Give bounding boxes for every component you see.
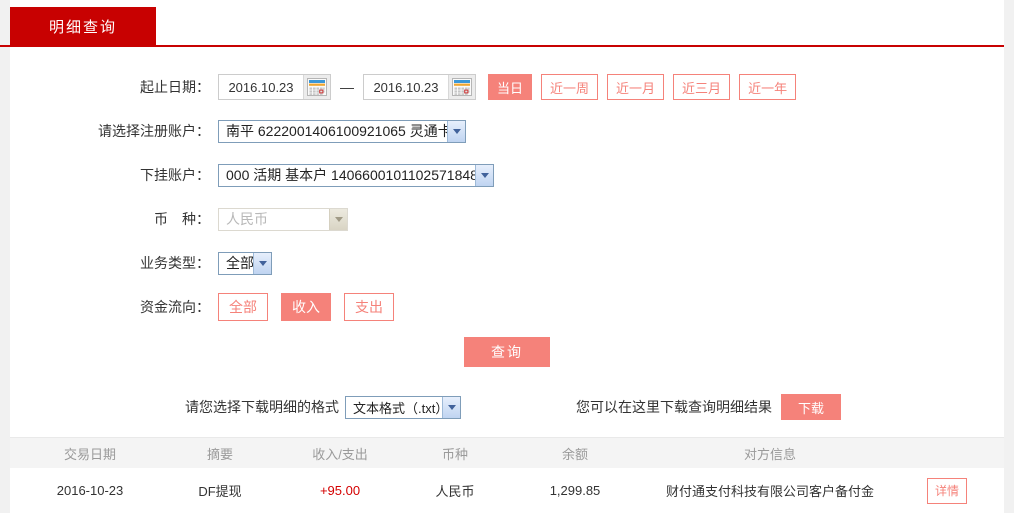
cell-currency: 人民币 (435, 484, 475, 499)
chevron-down-icon (442, 396, 460, 418)
quick-range-month-button[interactable]: 近一月 (607, 74, 665, 100)
chevron-down-icon (253, 252, 271, 274)
download-format-label: 请您选择下载明细的格式 (185, 399, 339, 415)
sub-account-select[interactable]: 000 活期 基本户 1406600101102571848 (218, 163, 494, 187)
register-account-label: 请选择注册账户： (98, 123, 210, 139)
end-date-input[interactable] (364, 75, 448, 99)
cell-counterparty: 财付通支付科技有限公司客户备付金 (665, 484, 874, 499)
register-account-row: 请选择注册账户： 南平 6222001406100921065 灵通卡 (10, 109, 1004, 153)
tab-detail-query[interactable]: 明细查询 (10, 7, 156, 45)
end-date-box (363, 74, 476, 100)
query-form: 起止日期： 2016.10.23 — 2016.10.23 当日 近一周 近一月… (10, 47, 1004, 420)
business-type-select[interactable]: 全部 (218, 251, 272, 275)
download-format-value: 文本格式（.txt） (353, 400, 442, 416)
cell-amount: +95.00 (319, 483, 361, 498)
results-table: 交易日期 摘要 收入/支出 币种 余额 对方信息 2016-10-23 DF提现… (10, 437, 1004, 513)
fund-flow-income-button[interactable]: 收入 (281, 293, 331, 321)
start-date-box (218, 74, 331, 100)
date-range-separator: — (340, 79, 354, 95)
chevron-down-icon (447, 120, 465, 142)
register-account-value: 南平 6222001406100921065 灵通卡 (226, 123, 447, 139)
download-hint: 您可以在这里下载查询明细结果 (576, 399, 772, 415)
date-range-label: 起止日期： (140, 79, 210, 95)
end-date-calendar-icon[interactable] (448, 75, 475, 99)
header-trade-date: 交易日期 (63, 446, 116, 462)
header-balance: 余额 (561, 446, 588, 462)
cell-trade-date: 2016-10-23 (56, 483, 124, 498)
cell-balance: 1,299.85 (549, 483, 601, 498)
business-type-value: 全部 (226, 255, 253, 271)
chevron-down-icon (475, 164, 493, 186)
table-row: 2016-10-23 DF提现 +95.00 人民币 1,299.85 财付通支… (10, 468, 1004, 513)
header-amount: 收入/支出 (312, 446, 368, 462)
currency-row: 币 种： 人民币 (10, 197, 1004, 241)
start-date-input[interactable] (219, 75, 303, 99)
date-range-row: 起止日期： 2016.10.23 — 2016.10.23 当日 近一周 近一月… (10, 65, 1004, 109)
header-summary: 摘要 (206, 446, 233, 462)
business-type-row: 业务类型： 全部 (10, 241, 1004, 285)
sub-account-value: 000 活期 基本户 1406600101102571848 (226, 167, 475, 183)
fund-flow-row: 资金流向： 全部 收入 支出 (10, 285, 1004, 329)
quick-range-today-button[interactable]: 当日 (488, 74, 533, 100)
quick-range-year-button[interactable]: 近一年 (739, 74, 797, 100)
header-counterparty: 对方信息 (743, 446, 796, 462)
fund-flow-expense-button[interactable]: 支出 (344, 293, 394, 321)
currency-value: 人民币 (226, 211, 268, 227)
currency-select: 人民币 (218, 207, 348, 231)
chevron-down-icon (329, 208, 347, 230)
quick-range-week-button[interactable]: 近一周 (541, 74, 599, 100)
cell-summary: DF提现 (198, 484, 242, 499)
sub-account-row: 下挂账户： 000 活期 基本户 1406600101102571848 (10, 153, 1004, 197)
header-currency: 币种 (441, 446, 468, 462)
download-button[interactable]: 下载 (781, 394, 841, 420)
download-row: 请您选择下载明细的格式 文本格式（.txt） 您可以在这里下载查询明细结果 下载 (10, 394, 1004, 420)
currency-label: 币 种： (154, 211, 210, 227)
download-format-select[interactable]: 文本格式（.txt） (345, 395, 461, 419)
fund-flow-label: 资金流向： (140, 299, 210, 315)
fund-flow-all-button[interactable]: 全部 (218, 293, 268, 321)
register-account-select[interactable]: 南平 6222001406100921065 灵通卡 (218, 119, 466, 143)
table-header: 交易日期 摘要 收入/支出 币种 余额 对方信息 (10, 437, 1004, 468)
business-type-label: 业务类型： (140, 255, 210, 271)
main-panel: 明细查询 起止日期： 2016.10.23 — 2016.10.23 当日 近一… (0, 0, 1004, 513)
quick-range-3months-button[interactable]: 近三月 (673, 74, 731, 100)
sub-account-label: 下挂账户： (140, 167, 210, 183)
query-button[interactable]: 查询 (464, 337, 550, 367)
start-date-calendar-icon[interactable] (303, 75, 330, 99)
detail-button[interactable]: 详情 (927, 477, 967, 504)
